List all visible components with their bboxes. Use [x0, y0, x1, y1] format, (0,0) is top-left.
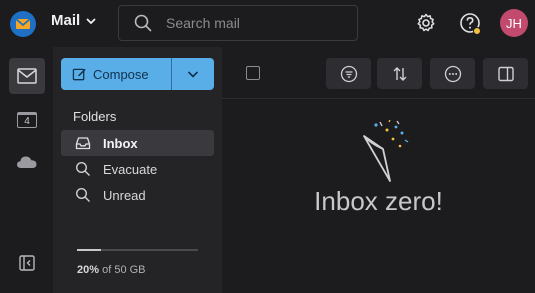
folder-sidebar: Compose Folders Inbox Evacuate Unread 20…: [53, 47, 222, 293]
more-options-button[interactable]: [430, 58, 475, 89]
compose-label: Compose: [93, 66, 149, 82]
storage-usage-text: 20% of 50 GB: [77, 264, 146, 276]
settings-gear-icon[interactable]: [415, 12, 437, 34]
top-bar: Mail JH: [0, 0, 535, 47]
party-popper-icon: [363, 119, 409, 182]
search-icon: [75, 187, 90, 202]
reading-pane-icon: [497, 66, 514, 81]
rail-item-calendar[interactable]: 4: [17, 112, 37, 128]
select-all-checkbox[interactable]: [246, 66, 260, 80]
app-title: Mail: [51, 12, 81, 29]
inbox-icon: [75, 137, 91, 150]
collapse-sidebar-button[interactable]: [9, 245, 45, 281]
sort-icon: [393, 66, 406, 81]
sort-button[interactable]: [377, 58, 422, 89]
calendar-icon: 4: [24, 115, 30, 127]
search-box[interactable]: [118, 5, 358, 41]
compose-dropdown-button[interactable]: [172, 58, 214, 90]
reading-pane-button[interactable]: [483, 58, 528, 89]
folder-item-unread[interactable]: Unread: [61, 182, 214, 208]
folder-label: Inbox: [103, 135, 138, 151]
compose-pencil-icon: [72, 68, 86, 80]
app-rail: 4: [0, 47, 53, 293]
storage-used-percent: 20%: [77, 264, 100, 276]
search-icon: [75, 161, 90, 176]
chevron-down-icon: [187, 71, 199, 78]
mail-logo-icon[interactable]: [10, 11, 36, 37]
compose-button-group: Compose: [61, 58, 214, 90]
search-icon: [134, 14, 152, 32]
filter-button[interactable]: [326, 58, 371, 89]
storage-total: of 50 GB: [102, 264, 146, 276]
notification-dot: [473, 27, 481, 35]
compose-button[interactable]: Compose: [61, 58, 171, 90]
storage-progress-bar: [77, 249, 198, 251]
folders-heading: Folders: [73, 109, 117, 124]
collapse-sidebar-icon: [19, 255, 35, 271]
storage-progress-fill: [77, 249, 102, 251]
cloud-icon: [17, 156, 37, 168]
more-icon: [444, 65, 461, 82]
search-input[interactable]: [166, 15, 336, 31]
avatar[interactable]: JH: [500, 9, 528, 37]
folder-label: Unread: [103, 187, 146, 203]
rail-item-drive[interactable]: [9, 144, 45, 180]
chevron-down-icon: [86, 17, 96, 24]
rail-item-mail[interactable]: [9, 58, 45, 94]
folder-item-evacuate[interactable]: Evacuate: [61, 156, 214, 182]
message-toolbar: [222, 47, 535, 99]
message-list-area: Inbox zero!: [222, 47, 535, 293]
filter-icon: [340, 65, 357, 82]
folder-label: Evacuate: [103, 161, 158, 177]
app-switcher[interactable]: Mail: [51, 12, 97, 29]
envelope-icon: [17, 68, 37, 84]
folder-item-inbox[interactable]: Inbox: [61, 130, 214, 156]
empty-state-title: Inbox zero!: [314, 186, 443, 216]
